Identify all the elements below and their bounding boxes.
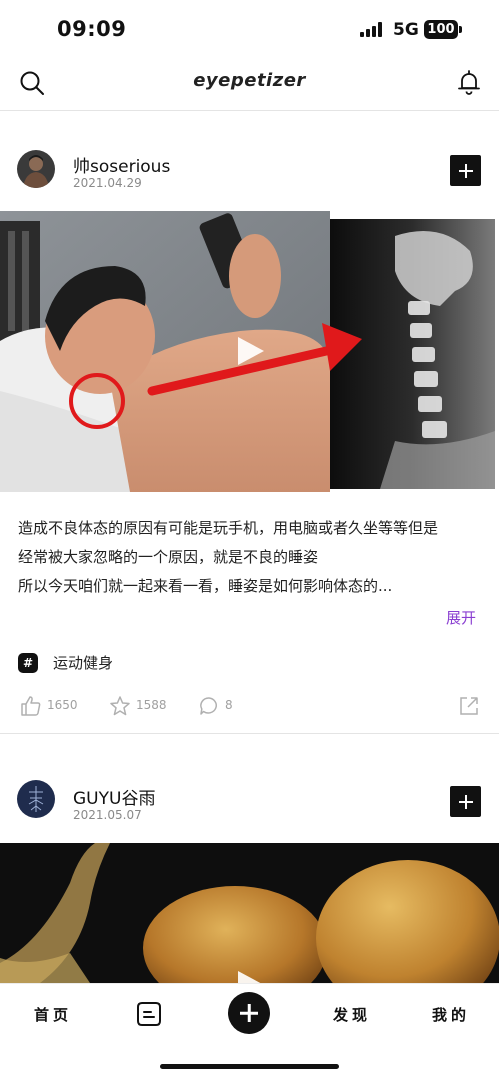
description-line: 经常被大家忽略的一个原因，就是不良的睡姿 bbox=[18, 548, 319, 566]
play-icon[interactable] bbox=[238, 971, 264, 983]
signal-icon bbox=[360, 22, 384, 37]
post-description: 造成不良体态的原因有可能是玩手机，用电脑或者久坐等等但是 经常被大家忽略的一个原… bbox=[18, 514, 484, 601]
messages-icon[interactable] bbox=[136, 1001, 162, 1027]
comment-button[interactable]: 8 bbox=[198, 692, 238, 722]
top-bar: eyepetizer bbox=[0, 60, 499, 111]
like-count: 1650 bbox=[47, 698, 78, 712]
avatar[interactable] bbox=[17, 150, 55, 188]
video-thumbnail[interactable] bbox=[0, 843, 499, 983]
comment-icon bbox=[200, 697, 217, 715]
description-line: 造成不良体态的原因有可能是玩手机，用电脑或者久坐等等但是 bbox=[18, 519, 439, 537]
bell-icon[interactable] bbox=[454, 67, 484, 97]
share-button[interactable] bbox=[458, 692, 482, 722]
share-icon bbox=[460, 697, 478, 715]
follow-button[interactable] bbox=[450, 786, 481, 817]
network-type: 5G bbox=[393, 20, 419, 40]
like-button[interactable]: 1650 bbox=[20, 692, 80, 722]
expand-link[interactable]: 展开 bbox=[446, 607, 476, 628]
favorite-button[interactable]: 1588 bbox=[109, 692, 169, 722]
thumbs-up-icon bbox=[21, 696, 41, 716]
publish-button[interactable] bbox=[228, 992, 270, 1034]
home-indicator bbox=[160, 1064, 339, 1069]
description-line: 所以今天咱们就一起来看一看，睡姿是如何影响体态的... bbox=[18, 577, 393, 595]
author-name[interactable]: 帅soserious bbox=[73, 152, 170, 177]
status-time: 09:09 bbox=[57, 17, 127, 41]
action-bar: 1650 1588 8 bbox=[0, 692, 499, 722]
hashtag-icon: # bbox=[18, 653, 38, 673]
topic-tag-label: 运动健身 bbox=[53, 654, 114, 672]
post-date: 2021.04.29 bbox=[73, 176, 142, 190]
star-icon bbox=[110, 696, 130, 716]
nav-mine[interactable]: 我的 bbox=[432, 1004, 470, 1025]
battery-icon: 100 bbox=[424, 20, 458, 39]
comment-count: 8 bbox=[225, 698, 233, 712]
play-icon[interactable] bbox=[238, 337, 264, 365]
status-bar: 09:09 5G 100 bbox=[0, 0, 499, 60]
feed-card: 帅soserious 2021.04.29 造成不良体态的原因有可能是玩手机，用… bbox=[0, 111, 499, 734]
favorite-count: 1588 bbox=[136, 698, 167, 712]
avatar[interactable] bbox=[17, 780, 55, 818]
battery-tip bbox=[459, 26, 462, 33]
app-logo: eyepetizer bbox=[193, 70, 306, 91]
nav-home[interactable]: 首页 bbox=[34, 1004, 72, 1025]
post-date: 2021.05.07 bbox=[73, 808, 142, 822]
nav-discover[interactable]: 发现 bbox=[333, 1004, 371, 1025]
video-thumbnail[interactable] bbox=[0, 211, 499, 492]
author-name[interactable]: GUYU谷雨 bbox=[73, 784, 155, 809]
feed-card: GUYU谷雨 2021.05.07 bbox=[0, 734, 499, 983]
follow-button[interactable] bbox=[450, 155, 481, 186]
